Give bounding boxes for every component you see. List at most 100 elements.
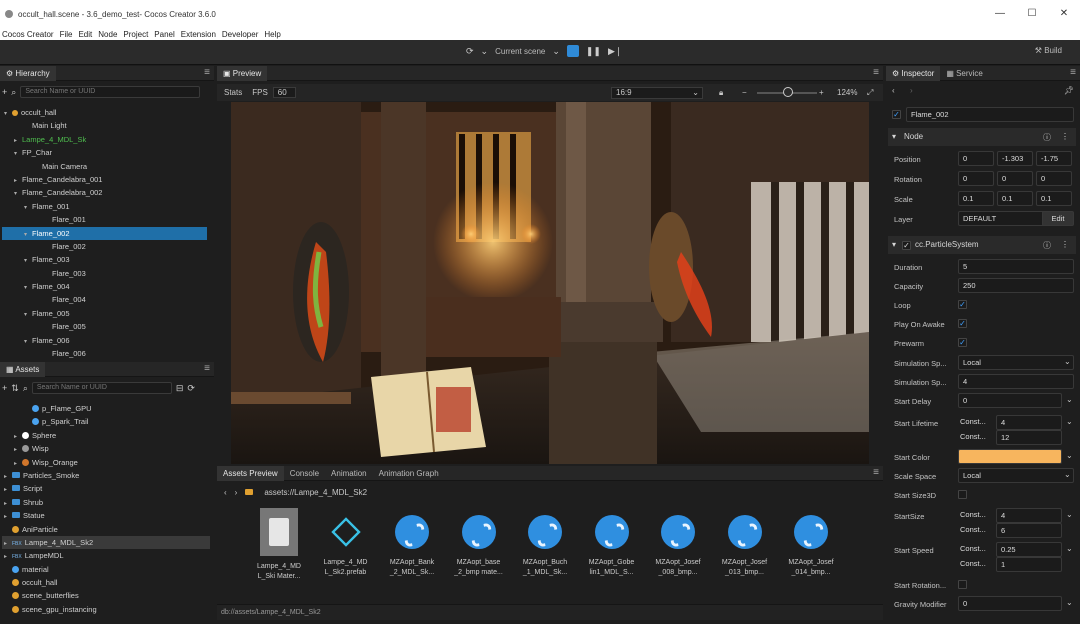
- asset-card[interactable]: Lampe_4_MD L_Ski Mater...: [248, 508, 310, 582]
- start-size-max-field[interactable]: 6: [996, 523, 1062, 538]
- tab-preview[interactable]: ▣ Preview: [217, 65, 268, 81]
- simulation-space-select[interactable]: Local: [958, 355, 1074, 370]
- asset-item[interactable]: ▸ FBX Lampe_4_MDL_Sk2: [2, 535, 210, 550]
- asset-card[interactable]: MZAopt_Buch _1_MDL_Sk...: [514, 512, 576, 578]
- scale-z-field[interactable]: 0.1: [1036, 191, 1072, 206]
- lock-icon[interactable]: 🔒︎: [719, 88, 723, 98]
- build-button[interactable]: ⚒ Build: [1035, 46, 1062, 55]
- position-z-field[interactable]: -1.75: [1036, 151, 1072, 166]
- node-section-header[interactable]: ▾ Node ⓘ ⋮: [888, 128, 1076, 146]
- pause-icon[interactable]: ❚❚: [586, 46, 601, 57]
- hierarchy-node[interactable]: ▾ Flame_006: [2, 334, 207, 347]
- scale-y-field[interactable]: 0.1: [997, 191, 1033, 206]
- fit-icon[interactable]: ⤢: [867, 88, 873, 98]
- chevron-down-icon[interactable]: ⌄: [1066, 395, 1073, 404]
- asset-card[interactable]: MZAopt_Josef _014_bmp...: [780, 512, 842, 578]
- rotation-y-field[interactable]: 0: [997, 171, 1033, 186]
- hierarchy-node[interactable]: Flare_001: [2, 213, 207, 226]
- loop-checkbox[interactable]: ✓: [958, 300, 967, 309]
- start-size-mode-2[interactable]: Const...: [956, 523, 994, 538]
- menu-help[interactable]: Help: [264, 30, 280, 39]
- start-size-3d-checkbox[interactable]: [958, 490, 967, 499]
- refresh-icon[interactable]: ⟳: [466, 46, 474, 57]
- chevron-down-icon[interactable]: ⌄: [1064, 357, 1071, 366]
- rotation-x-field[interactable]: 0: [958, 171, 994, 186]
- assets-search-input[interactable]: Search Name or UUID: [31, 382, 172, 394]
- asset-item[interactable]: occult_hall: [2, 576, 210, 589]
- component-enabled-checkbox[interactable]: ✓: [902, 241, 911, 250]
- hierarchy-node[interactable]: ▸ Lampe_4_MDL_Sk: [2, 133, 207, 146]
- hierarchy-node[interactable]: ▾ Flame_004: [2, 280, 207, 293]
- help-icon[interactable]: ⓘ: [1043, 240, 1051, 251]
- asset-item[interactable]: ▸ Wisp_Orange: [2, 456, 210, 469]
- hierarchy-node[interactable]: Flare_002: [2, 240, 207, 253]
- start-size-min-field[interactable]: 4: [996, 508, 1062, 523]
- start-lifetime-mode-2[interactable]: Const...: [956, 430, 994, 445]
- refresh-icon[interactable]: ⟳: [187, 383, 195, 394]
- hierarchy-node[interactable]: ▾ FP_Char: [2, 146, 207, 159]
- start-speed-mode[interactable]: Const...: [956, 542, 994, 557]
- start-rotation-checkbox[interactable]: [958, 580, 967, 589]
- sort-icon[interactable]: ⇅: [11, 383, 19, 394]
- simulation-speed-field[interactable]: 4: [958, 374, 1074, 389]
- start-size-mode[interactable]: Const...: [956, 508, 994, 523]
- start-speed-min-field[interactable]: 0.25: [996, 542, 1062, 557]
- tab-animation[interactable]: Animation: [325, 466, 373, 481]
- asset-item[interactable]: material: [2, 563, 210, 576]
- asset-item[interactable]: scene_gpu_instancing: [2, 603, 210, 616]
- asset-card[interactable]: MZAopt_base _2_bmp mate...: [448, 512, 510, 578]
- hierarchy-node[interactable]: Main Camera: [2, 160, 207, 173]
- position-x-field[interactable]: 0: [958, 151, 994, 166]
- menu-file[interactable]: File: [60, 30, 73, 39]
- hierarchy-node[interactable]: ▾ Flame_005: [2, 307, 207, 320]
- search-icon[interactable]: ⌕: [23, 383, 28, 394]
- start-speed-mode-2[interactable]: Const...: [956, 557, 994, 572]
- tab-assets[interactable]: ▦ Assets: [0, 361, 46, 377]
- start-lifetime-min-field[interactable]: 4: [996, 415, 1062, 430]
- forward-icon[interactable]: ›: [235, 488, 238, 497]
- hierarchy-node[interactable]: Main Light: [2, 119, 207, 132]
- start-lifetime-mode[interactable]: Const...: [956, 415, 994, 430]
- asset-item[interactable]: ▸ Sphere: [2, 429, 210, 442]
- asset-item[interactable]: scene_butterflies: [2, 589, 210, 602]
- hierarchy-node[interactable]: Flare_006: [2, 347, 207, 360]
- chevron-down-icon[interactable]: ⌄: [1066, 544, 1073, 553]
- position-y-field[interactable]: -1.303: [997, 151, 1033, 166]
- scale-x-field[interactable]: 0.1: [958, 191, 994, 206]
- start-lifetime-max-field[interactable]: 12: [996, 430, 1062, 445]
- minimize-button[interactable]: —: [984, 0, 1016, 28]
- asset-item[interactable]: ▸ Shrub: [2, 496, 210, 509]
- asset-item[interactable]: ▸ Statue: [2, 509, 210, 522]
- menu-panel[interactable]: Panel: [154, 30, 174, 39]
- zoom-in-icon[interactable]: +: [819, 88, 824, 97]
- inspector-menu-icon[interactable]: ≡: [1070, 67, 1076, 78]
- hierarchy-menu-icon[interactable]: ≡: [204, 67, 210, 78]
- close-button[interactable]: ✕: [1048, 0, 1080, 28]
- tab-service[interactable]: ▦ Service: [940, 66, 988, 81]
- play-button[interactable]: [566, 45, 579, 57]
- hierarchy-node[interactable]: Flare_004: [2, 293, 207, 306]
- hierarchy-node[interactable]: ▸ Flame_Candelabra_001: [2, 173, 207, 186]
- more-icon[interactable]: ⋮: [1061, 132, 1069, 141]
- hierarchy-node[interactable]: ▾ Flame_003: [2, 253, 207, 266]
- start-delay-field[interactable]: 0: [958, 393, 1062, 408]
- asset-card[interactable]: Lampe_4_MD L_Sk2.prefab: [315, 512, 377, 578]
- asset-card[interactable]: MZAopt_Josef _013_bmp...: [714, 512, 776, 578]
- asset-card[interactable]: MZAopt_Gobe lin1_MDL_S...: [581, 512, 643, 578]
- hierarchy-node[interactable]: Flare_005: [2, 320, 207, 333]
- back-icon[interactable]: ‹: [224, 488, 227, 497]
- tab-assets-preview[interactable]: Assets Preview: [217, 465, 284, 481]
- collapse-icon[interactable]: ⊟: [176, 383, 184, 394]
- zoom-out-icon[interactable]: −: [742, 88, 747, 97]
- chevron-down-icon[interactable]: ⌄: [1066, 598, 1073, 607]
- hierarchy-node[interactable]: Flare_003: [2, 267, 207, 280]
- layer-edit-button[interactable]: Edit: [1042, 211, 1074, 226]
- assets-menu-icon[interactable]: ≡: [204, 363, 210, 374]
- start-color-swatch[interactable]: [958, 449, 1062, 464]
- asset-card[interactable]: MZAopt_Bank _2_MDL_Sk...: [381, 512, 443, 578]
- hierarchy-node[interactable]: ▾ Flame_002: [2, 226, 207, 240]
- node-name-field[interactable]: Flame_002: [906, 107, 1074, 122]
- asset-item[interactable]: ▸ Wisp: [2, 442, 210, 455]
- menu-developer[interactable]: Developer: [222, 30, 258, 39]
- asset-item[interactable]: ▸ Particles_Smoke: [2, 469, 210, 482]
